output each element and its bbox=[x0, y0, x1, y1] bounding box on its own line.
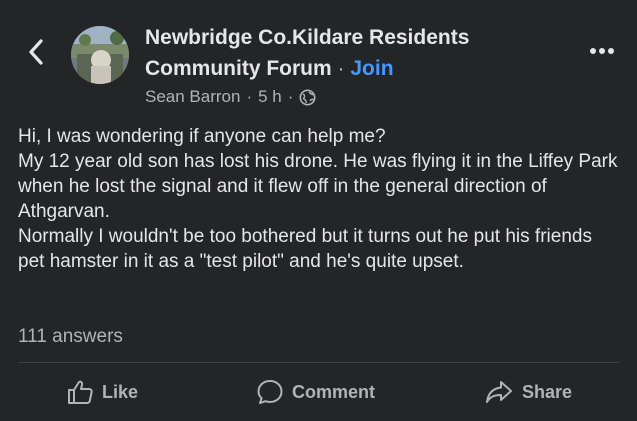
share-label: Share bbox=[522, 381, 573, 402]
group-name-line2: Community Forum bbox=[145, 57, 332, 80]
like-label: Like bbox=[102, 381, 139, 402]
thumbs-up-icon bbox=[68, 380, 93, 404]
meta-separator: · bbox=[246, 87, 253, 106]
group-avatar-image bbox=[71, 26, 129, 84]
join-link[interactable]: Join bbox=[350, 57, 393, 80]
chevron-left-icon bbox=[29, 39, 43, 65]
post-header: Newbridge Co.Kildare Residents Community… bbox=[0, 0, 637, 112]
comment-icon bbox=[257, 380, 283, 404]
share-arrow-icon bbox=[486, 381, 512, 403]
post-line-3: Normally I wouldn't be too bothered but … bbox=[18, 226, 592, 272]
action-bar: Like Comment Share bbox=[0, 366, 637, 418]
back-button[interactable] bbox=[22, 34, 50, 70]
post-line-1: Hi, I was wondering if anyone can help m… bbox=[18, 126, 386, 147]
like-button[interactable]: Like bbox=[66, 376, 138, 408]
post-time[interactable]: 5 h bbox=[258, 87, 282, 107]
answers-count[interactable]: 111 answers bbox=[18, 326, 123, 348]
post-line-2: My 12 year old son has lost his drone. H… bbox=[18, 151, 618, 222]
post-text: Hi, I was wondering if anyone can help m… bbox=[18, 124, 623, 274]
globe-icon bbox=[299, 89, 316, 105]
divider bbox=[18, 362, 619, 363]
post-meta: Sean Barron · 5 h · bbox=[145, 86, 316, 108]
meta-separator-2: · bbox=[287, 87, 294, 106]
name-separator: · bbox=[337, 57, 345, 80]
author-name[interactable]: Sean Barron bbox=[145, 87, 240, 107]
comment-button[interactable]: Comment bbox=[256, 376, 375, 408]
group-name[interactable]: Newbridge Co.Kildare Residents Community… bbox=[145, 22, 545, 84]
group-name-line1: Newbridge Co.Kildare Residents bbox=[145, 26, 470, 49]
share-button[interactable]: Share bbox=[484, 376, 572, 408]
more-options-button[interactable] bbox=[587, 40, 617, 62]
more-horizontal-icon bbox=[590, 48, 614, 54]
group-avatar[interactable] bbox=[71, 26, 129, 84]
comment-label: Comment bbox=[292, 381, 376, 402]
